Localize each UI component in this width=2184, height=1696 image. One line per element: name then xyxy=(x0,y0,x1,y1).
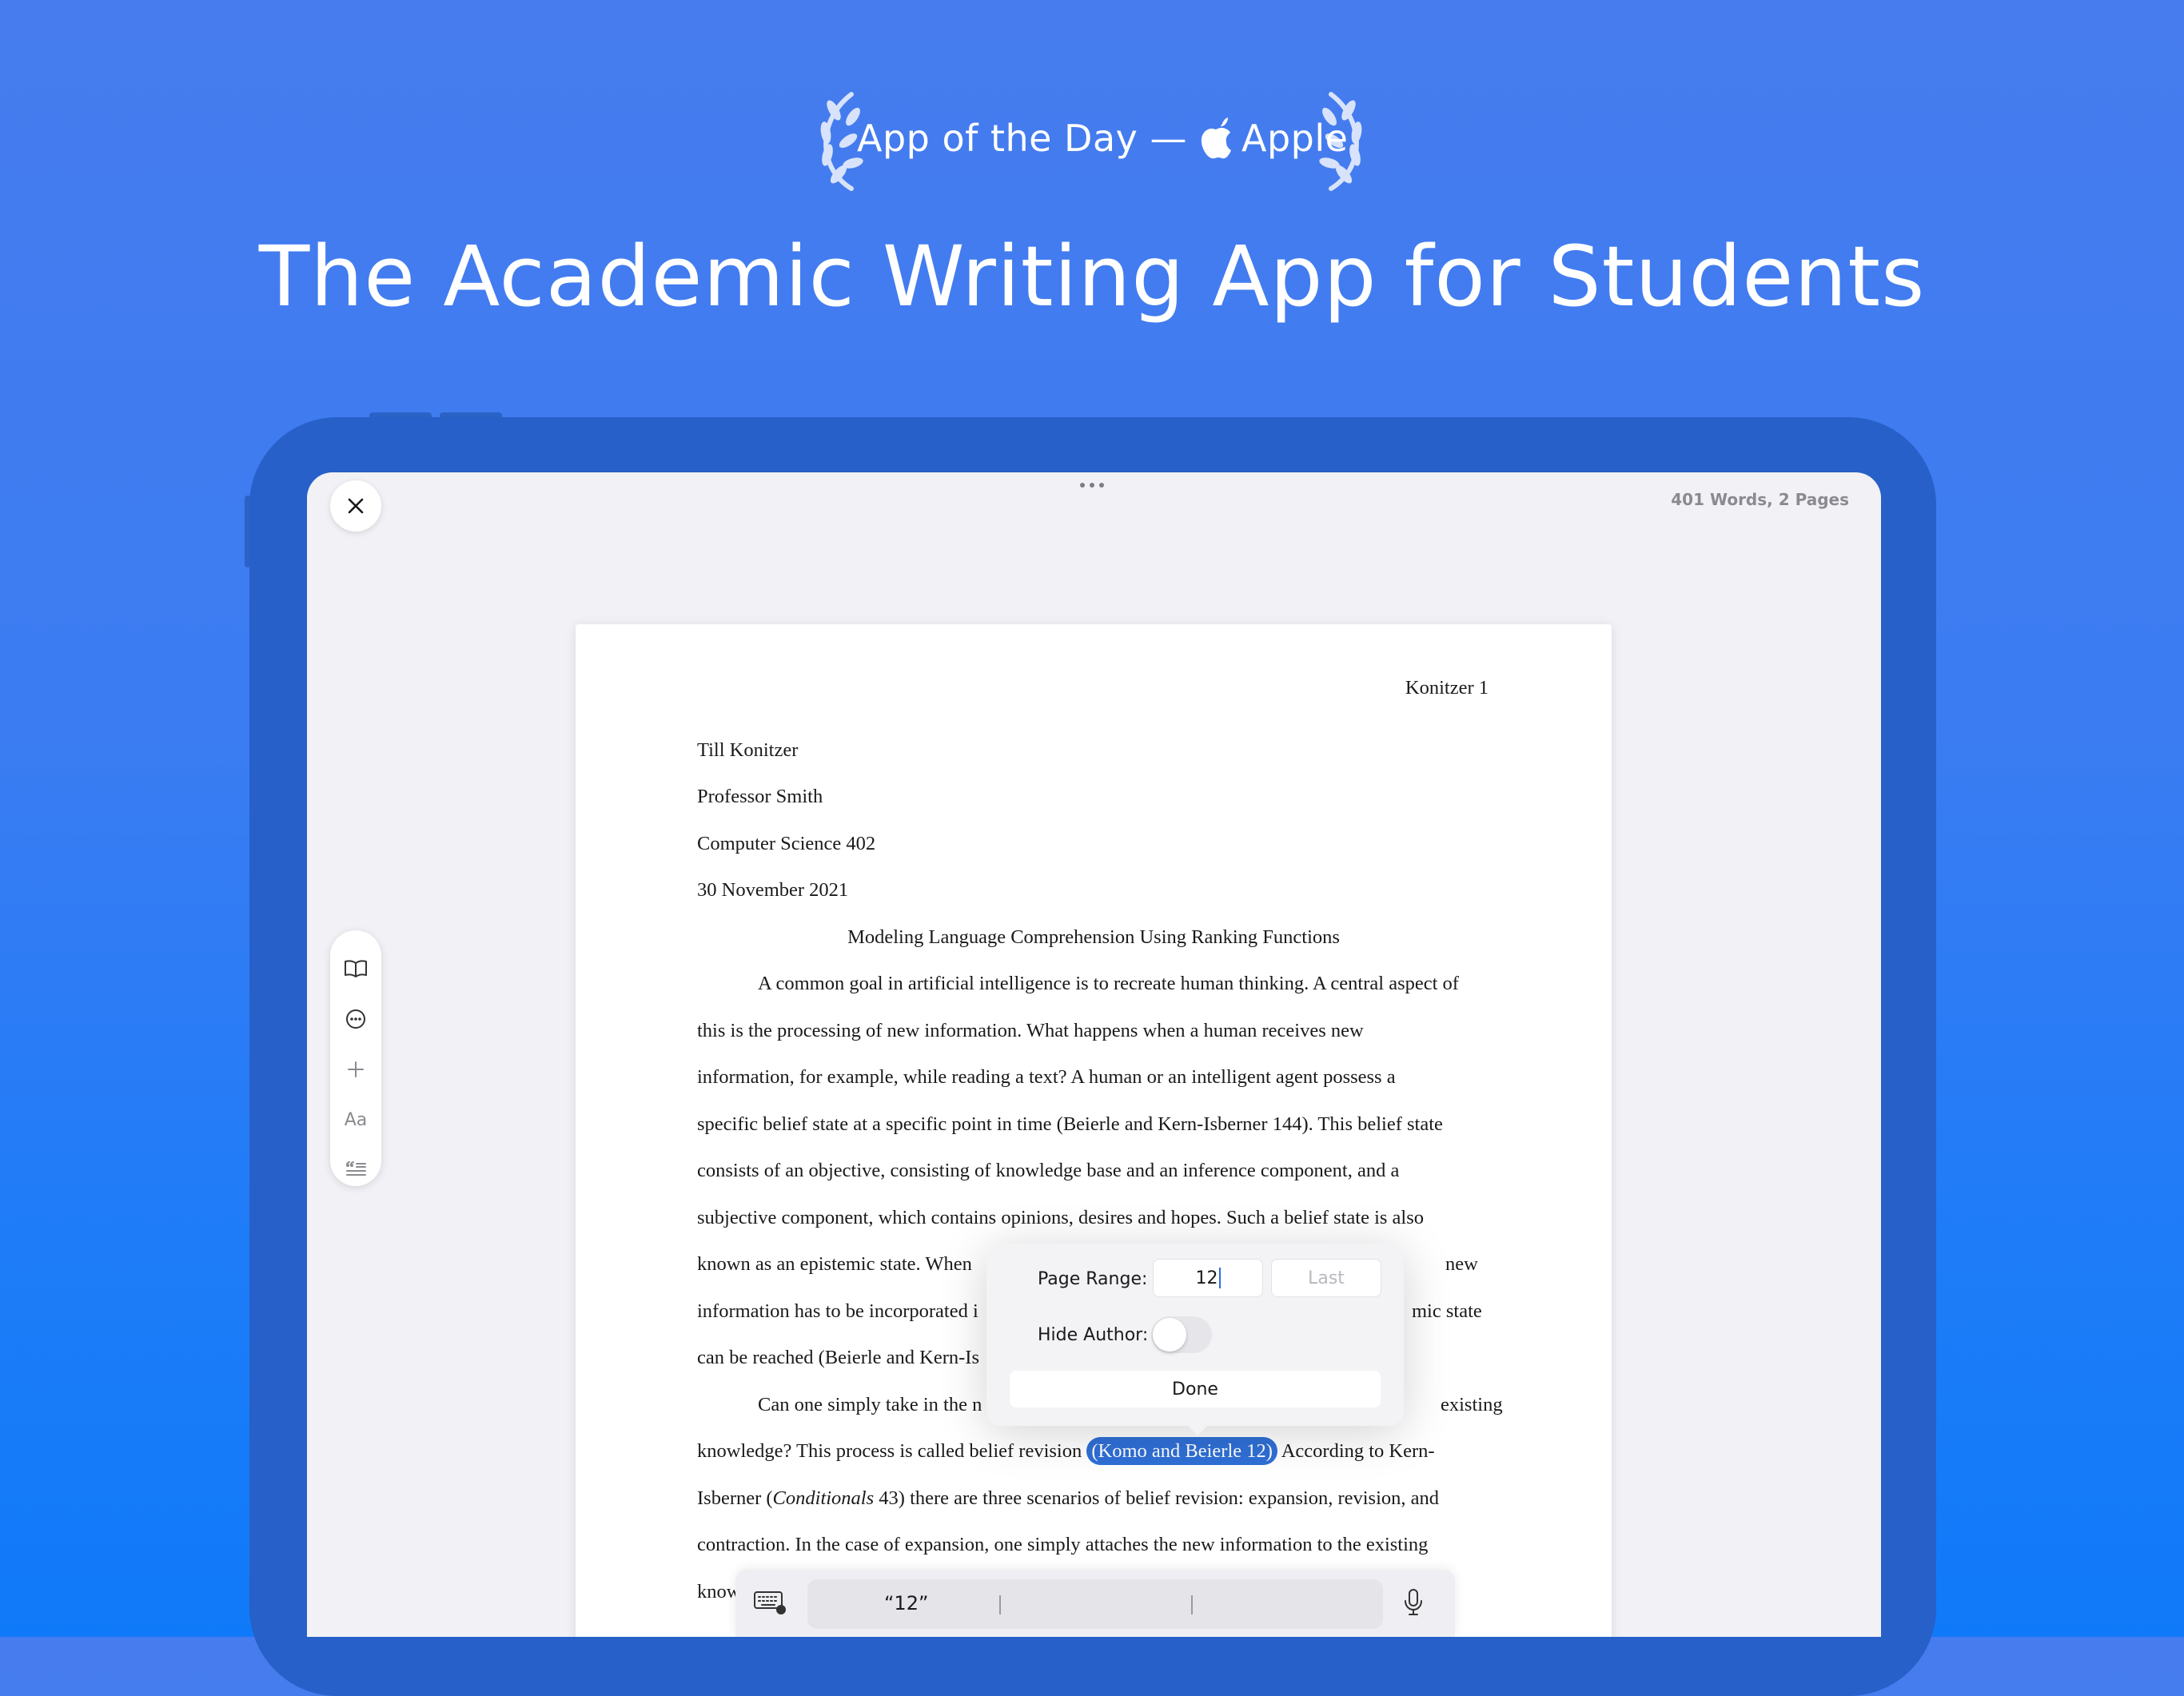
side-toolbar: Aa xyxy=(330,930,381,1186)
body-text: According to Kern- xyxy=(1281,1440,1435,1462)
toggle-knob xyxy=(1153,1318,1186,1352)
body-line: can be reached (Beierle and Kern-Is xyxy=(697,1347,980,1368)
body-line-tail: existing xyxy=(1441,1394,1503,1415)
body-line: specific belief state at a specific poin… xyxy=(697,1113,1443,1135)
page-header: Konitzer 1 xyxy=(1405,677,1489,699)
award-apple-label: Apple xyxy=(1241,117,1349,160)
suggestion-separator xyxy=(1191,1595,1193,1614)
page-range-last-input[interactable]: Last xyxy=(1271,1259,1381,1297)
body-line: Can one simply take in the n xyxy=(758,1394,982,1415)
body-line: knowledge? This process is called belief… xyxy=(697,1437,1435,1465)
body-text: Isberner ( xyxy=(697,1487,773,1509)
close-icon xyxy=(348,498,364,514)
body-line-tail: new xyxy=(1445,1253,1478,1275)
apple-logo-icon xyxy=(1201,117,1232,159)
font-button[interactable]: Aa xyxy=(330,1099,381,1141)
more-button[interactable] xyxy=(330,998,381,1040)
citation-list-button[interactable] xyxy=(330,1148,381,1189)
word-count-status: 401 Words, 2 Pages xyxy=(1671,490,1849,509)
date-line: 30 November 2021 xyxy=(697,879,849,901)
app-screen: 401 Words, 2 Pages Aa Konitzer 1 Till Ko… xyxy=(307,472,1881,1637)
body-line: A common goal in artificial intelligence… xyxy=(758,973,1459,994)
dictation-button[interactable] xyxy=(1403,1587,1424,1621)
hide-author-label: Hide Author: xyxy=(1038,1325,1149,1345)
popover-arrow xyxy=(1186,1424,1209,1435)
suggestion-separator xyxy=(999,1595,1001,1614)
font-icon: Aa xyxy=(344,1109,368,1130)
ellipsis-circle-icon xyxy=(346,1009,365,1029)
body-line-tail: mic state xyxy=(1412,1300,1482,1322)
body-line: information has to be incorporated i xyxy=(697,1300,978,1322)
italic-title: Conditionals xyxy=(772,1487,875,1509)
document-page[interactable]: Konitzer 1 Till Konitzer Professor Smith… xyxy=(576,624,1612,1637)
body-line: Isberner (Conditionals 43) there are thr… xyxy=(697,1487,1439,1510)
keyboard-shortcut-bar: “12” xyxy=(735,1570,1455,1637)
body-line: subjective component, which contains opi… xyxy=(697,1207,1425,1228)
body-line: consists of an objective, consisting of … xyxy=(697,1160,1400,1181)
course-line: Computer Science 402 xyxy=(697,833,876,854)
hide-author-toggle[interactable] xyxy=(1151,1316,1212,1353)
citation-popover: Page Range: 12 Last Hide Author: Done xyxy=(986,1244,1404,1435)
body-line: information, for example, while reading … xyxy=(697,1066,1396,1088)
keyboard-icon xyxy=(754,1591,786,1614)
award-text: App of the Day — xyxy=(857,117,1188,160)
page-range-value: 12 xyxy=(1195,1268,1218,1288)
body-text: knowledge? This process is called belief… xyxy=(697,1440,1082,1462)
award-badge: App of the Day — Apple xyxy=(857,110,1348,166)
body-line: know xyxy=(697,1581,741,1602)
last-placeholder: Last xyxy=(1308,1268,1345,1288)
document-title: Modeling Language Comprehension Using Ra… xyxy=(847,926,1340,948)
text-caret xyxy=(1218,1268,1221,1288)
quote-list-icon xyxy=(346,1161,366,1176)
body-text: 43) there are three scenarios of belief … xyxy=(874,1487,1439,1509)
suggestion-1[interactable]: “12” xyxy=(884,1592,928,1614)
author-line: Till Konitzer xyxy=(697,739,799,761)
body-line: known as an epistemic state. When xyxy=(697,1253,972,1275)
page-range-label: Page Range: xyxy=(1038,1269,1148,1289)
body-line: contraction. In the case of expansion, o… xyxy=(697,1534,1429,1555)
professor-line: Professor Smith xyxy=(697,786,823,807)
done-button[interactable]: Done xyxy=(1010,1371,1381,1407)
keyboard-toggle-button[interactable] xyxy=(753,1589,787,1619)
plus-icon xyxy=(348,1061,364,1077)
close-button[interactable] xyxy=(330,480,381,531)
citation-highlight[interactable]: (Komo and Beierle 12) xyxy=(1086,1437,1277,1465)
add-button[interactable] xyxy=(330,1049,381,1090)
page-range-first-input[interactable]: 12 xyxy=(1153,1259,1263,1297)
book-icon xyxy=(345,960,367,977)
multitasking-menu[interactable] xyxy=(1080,483,1104,488)
predictive-text-bar: “12” xyxy=(807,1579,1383,1629)
headline: The Academic Writing App for Students xyxy=(258,228,1926,325)
microphone-icon xyxy=(1405,1589,1422,1615)
body-line: this is the processing of new informatio… xyxy=(697,1020,1364,1041)
library-button[interactable] xyxy=(330,948,381,989)
